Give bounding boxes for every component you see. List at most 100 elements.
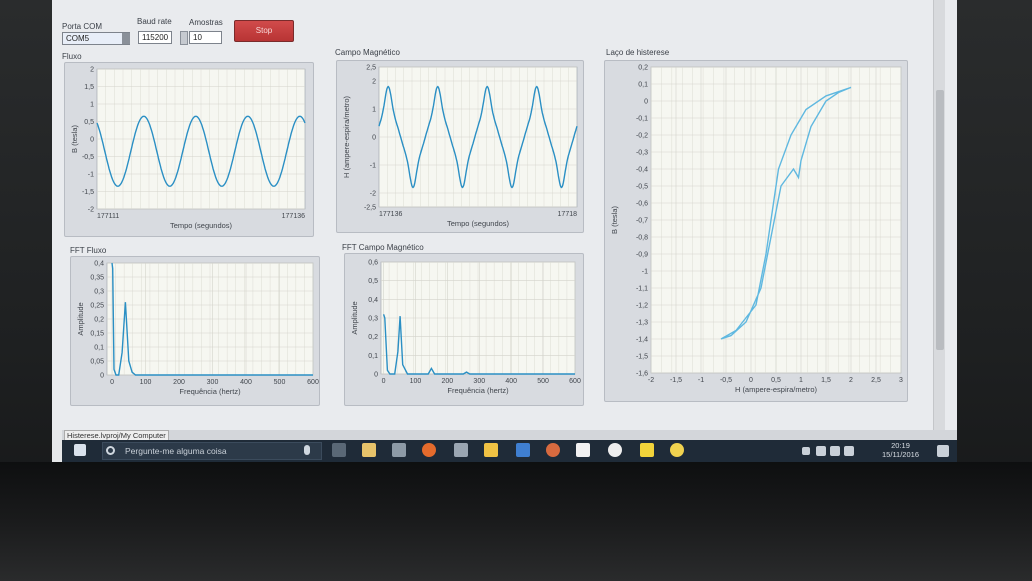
- microphone-icon[interactable]: [304, 445, 310, 455]
- x-tick-label: 400: [505, 378, 517, 385]
- y-tick-label: 0,4: [368, 297, 378, 304]
- y-tick-label: -0,7: [636, 218, 648, 225]
- y-axis-label: B (tesla): [70, 125, 79, 153]
- porta-com-select[interactable]: COM5: [62, 32, 130, 45]
- x-tick-label: 100: [410, 378, 422, 385]
- amostras-stepper[interactable]: [180, 31, 188, 45]
- y-tick-label: 0: [374, 372, 378, 379]
- y-tick-label: -0,4: [636, 167, 648, 174]
- fft-fluxo-title: FFT Fluxo: [70, 246, 107, 255]
- file-explorer-icon[interactable]: [362, 443, 376, 457]
- y-tick-label: 0,3: [368, 316, 378, 323]
- y-tick-label: -0,5: [636, 184, 648, 191]
- baud-rate-field[interactable]: 115200: [138, 31, 172, 44]
- x-tick-label: 1: [799, 377, 803, 384]
- x-tick-label: 500: [274, 379, 286, 386]
- x-axis-label: Frequência (hertz): [447, 386, 509, 395]
- google-drive-icon[interactable]: [484, 443, 498, 457]
- y-tick-label: 0: [100, 373, 104, 380]
- fft-fluxo-chart: 0,4 0,35 0,3 0,25 0,2 0,15 0,1 0,05 00 100 200 300 4…: [76, 261, 319, 397]
- document-icon[interactable]: [576, 443, 590, 457]
- x-axis-label: Frequência (hertz): [179, 387, 241, 396]
- y-axis-label: B (tesla): [610, 206, 619, 234]
- x-tick-label: -2: [648, 377, 654, 384]
- x-tick-label: 400: [240, 379, 252, 386]
- amostras-field[interactable]: 10: [189, 31, 222, 44]
- amostras-label: Amostras: [189, 18, 223, 27]
- y-tick-label: 0,2: [94, 317, 104, 324]
- status-bar: Histerese.lvproj/My Computer: [62, 430, 957, 442]
- y-tick-label: -1: [370, 163, 376, 170]
- notifications-icon[interactable]: [937, 445, 949, 457]
- x-tick-label: 100: [140, 379, 152, 386]
- y-tick-label: 1: [372, 107, 376, 114]
- laco-chart: 0,2 0,1 0 -0,1 -0,2 -0,3 -0,4 -0,5 -0,6 -0,7 -0,8 -…: [610, 65, 903, 395]
- y-tick-label: 0,05: [90, 359, 104, 366]
- chevron-down-icon[interactable]: [122, 33, 130, 44]
- y-tick-label: -1,5: [82, 189, 94, 196]
- word-icon[interactable]: [516, 443, 530, 457]
- y-tick-label: -1: [88, 172, 94, 179]
- search-app-icon[interactable]: [670, 443, 684, 457]
- x-tick-label: 0: [749, 377, 753, 384]
- clock-date: 15/11/2016: [882, 450, 919, 459]
- x-tick-label: 300: [207, 379, 219, 386]
- y-tick-label: -2: [370, 191, 376, 198]
- fluxo-graph-panel: 2 1,5 1 0,5 0 -0,5 -1 -1,5 -2 177111 177136 Tempo (…: [64, 62, 314, 237]
- task-view-icon[interactable]: [332, 443, 346, 457]
- cortana-icon[interactable]: [106, 446, 115, 455]
- target-app-icon[interactable]: [608, 443, 622, 457]
- y-tick-label: 0,1: [368, 353, 378, 360]
- x-tick-label: 300: [473, 378, 485, 385]
- y-tick-label: 0,35: [90, 275, 104, 282]
- x-tick-label: 1,5: [821, 377, 831, 384]
- y-tick-label: -1,5: [636, 354, 648, 361]
- scrollbar-thumb[interactable]: [936, 90, 944, 350]
- windows-start-icon[interactable]: [74, 444, 86, 456]
- chevron-up-icon[interactable]: [802, 447, 810, 455]
- y-tick-label: -1,3: [636, 320, 648, 327]
- stop-button[interactable]: Stop: [234, 20, 294, 42]
- cortana-search-input[interactable]: Pergunte-me alguma coisa: [102, 442, 322, 460]
- fft-campo-title: FFT Campo Magnético: [342, 243, 424, 252]
- y-tick-label: -1,1: [636, 286, 648, 293]
- app-icon[interactable]: [546, 443, 560, 457]
- y-tick-label: -1,6: [636, 371, 648, 378]
- labview-icon[interactable]: [640, 443, 654, 457]
- y-tick-label: 1,5: [84, 84, 94, 91]
- y-tick-label: 2: [90, 67, 94, 74]
- volume-icon[interactable]: [844, 446, 854, 456]
- fft-fluxo-graph-panel: 0,4 0,35 0,3 0,25 0,2 0,15 0,1 0,05 0 0 100 200 300 4…: [70, 256, 320, 406]
- y-tick-label: 0: [372, 135, 376, 142]
- y-tick-label: -0,2: [636, 133, 648, 140]
- x-tick-label: 3: [899, 377, 903, 384]
- y-tick-label: -0,3: [636, 150, 648, 157]
- y-tick-label: 0,3: [94, 289, 104, 296]
- x-tick-label: 0,5: [771, 377, 781, 384]
- y-tick-label: 0,5: [84, 119, 94, 126]
- battery-icon[interactable]: [816, 446, 826, 456]
- x-tick-label: -1,5: [670, 377, 682, 384]
- porta-com-label: Porta COM: [62, 22, 103, 31]
- vertical-scrollbar[interactable]: [933, 0, 945, 430]
- messaging-icon[interactable]: [454, 443, 468, 457]
- y-tick-label: 0: [90, 137, 94, 144]
- x-tick-label: 600: [307, 379, 319, 386]
- y-tick-label: -2,5: [364, 205, 376, 212]
- wifi-icon[interactable]: [830, 446, 840, 456]
- calculator-icon[interactable]: [392, 443, 406, 457]
- y-tick-label: 0: [644, 99, 648, 106]
- x-tick-label: 0: [110, 379, 114, 386]
- x-tick-label: 500: [537, 378, 549, 385]
- firefox-icon[interactable]: [422, 443, 436, 457]
- y-tick-label: 0,5: [368, 278, 378, 285]
- y-axis-label: Amplitude: [350, 301, 359, 334]
- campo-chart: 2,5 2 1 0 -1 -2 -2,5177136 17718 Tempo (segundos…: [342, 65, 578, 228]
- clock[interactable]: 20:19 15/11/2016: [882, 441, 919, 459]
- x-tick-label: 200: [173, 379, 185, 386]
- x-axis-label: Tempo (segundos): [447, 219, 510, 228]
- y-tick-label: -1,2: [636, 303, 648, 310]
- clock-time: 20:19: [891, 441, 910, 450]
- y-tick-label: 0,4: [94, 261, 104, 268]
- y-axis-label: H (ampere-espira/metro): [342, 95, 351, 178]
